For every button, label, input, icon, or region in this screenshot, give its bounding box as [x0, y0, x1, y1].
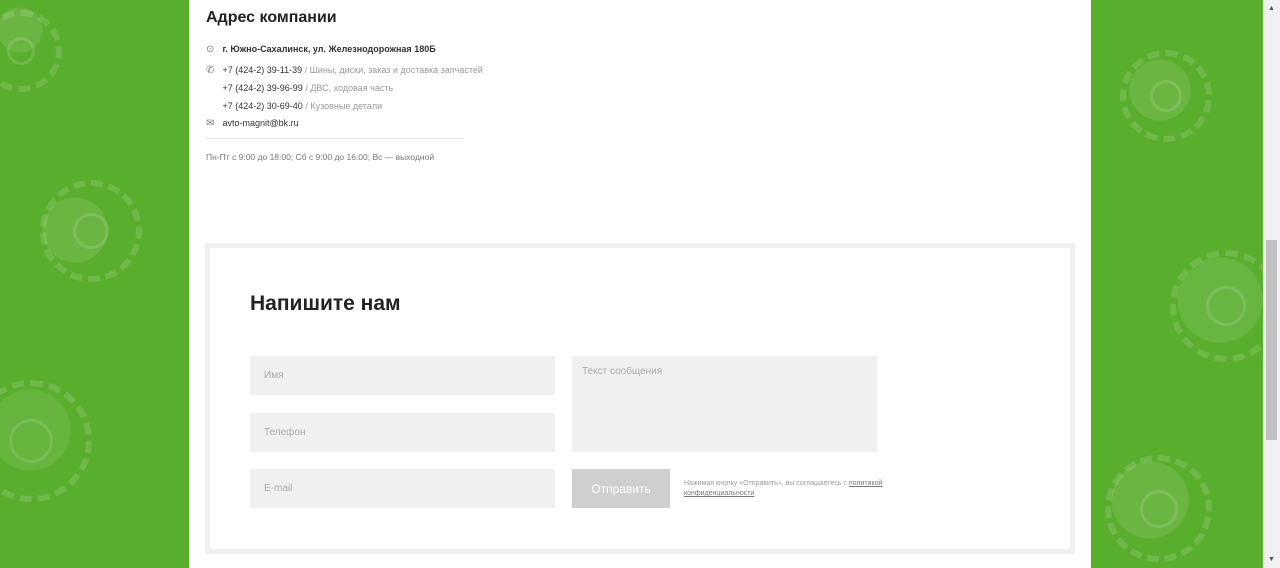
phone-icon: ✆ — [206, 65, 215, 76]
gear-decoration — [1120, 50, 1212, 142]
address-row: ⊙ г. Южно-Сахалинск, ул. Железнодорожная… — [206, 44, 436, 55]
email-link[interactable]: avto-magnit@bk.ru — [223, 118, 299, 128]
phone-description: / Шины, диски, заказ и доставка запчасте… — [302, 65, 483, 75]
scroll-down-icon[interactable]: ▼ — [1263, 551, 1280, 568]
address-title: Адрес компании — [206, 9, 337, 26]
scroll-up-icon[interactable]: ▲ — [1263, 0, 1280, 17]
phone-description: / ДВС, ходовая часть — [302, 83, 394, 93]
gear-decoration — [0, 380, 92, 502]
contact-form: Напишите нам Отправить Нажимая кнопку «О… — [205, 243, 1075, 554]
scrollbar-thumb[interactable] — [1266, 240, 1277, 440]
email-row: ✉ avto-magnit@bk.ru — [206, 118, 299, 129]
content-panel: Адрес компании ⊙ г. Южно-Сахалинск, ул. … — [189, 0, 1091, 568]
mail-icon: ✉ — [206, 118, 215, 129]
email-input[interactable] — [250, 469, 555, 508]
name-input[interactable] — [250, 356, 555, 395]
consent-label: Нажимая кнопку «Отправить», вы соглашает… — [684, 480, 849, 487]
phone-number[interactable]: +7 (424-2) 39-11-39 — [223, 65, 303, 75]
phone-row: +7 (424-2) 30-69-40 / Кузовные детали — [206, 101, 383, 111]
phone-number[interactable]: +7 (424-2) 39-96-99 — [223, 83, 303, 93]
phone-number[interactable]: +7 (424-2) 30-69-40 — [223, 101, 303, 111]
form-title: Напишите нам — [250, 292, 401, 315]
divider — [206, 138, 464, 139]
street-address: г. Южно-Сахалинск, ул. Железнодорожная 1… — [222, 44, 436, 54]
phone-input[interactable] — [250, 413, 555, 452]
message-textarea[interactable] — [572, 356, 877, 452]
submit-button[interactable]: Отправить — [572, 469, 670, 508]
gear-decoration — [1105, 455, 1212, 562]
phone-row: +7 (424-2) 39-96-99 / ДВС, ходовая часть — [206, 83, 394, 93]
consent-text: Нажимая кнопку «Отправить», вы соглашает… — [684, 479, 894, 499]
gear-decoration — [0, 10, 62, 92]
phone-description: / Кузовные детали — [302, 101, 383, 111]
location-pin-icon: ⊙ — [206, 44, 215, 55]
gear-decoration — [40, 180, 142, 282]
phone-row: ✆ +7 (424-2) 39-11-39 / Шины, диски, зак… — [206, 65, 483, 76]
working-hours: Пн-Пт с 9:00 до 18:00; Сб с 9:00 до 16:0… — [206, 152, 435, 162]
vertical-scrollbar[interactable]: ▲ ▼ — [1263, 0, 1280, 568]
